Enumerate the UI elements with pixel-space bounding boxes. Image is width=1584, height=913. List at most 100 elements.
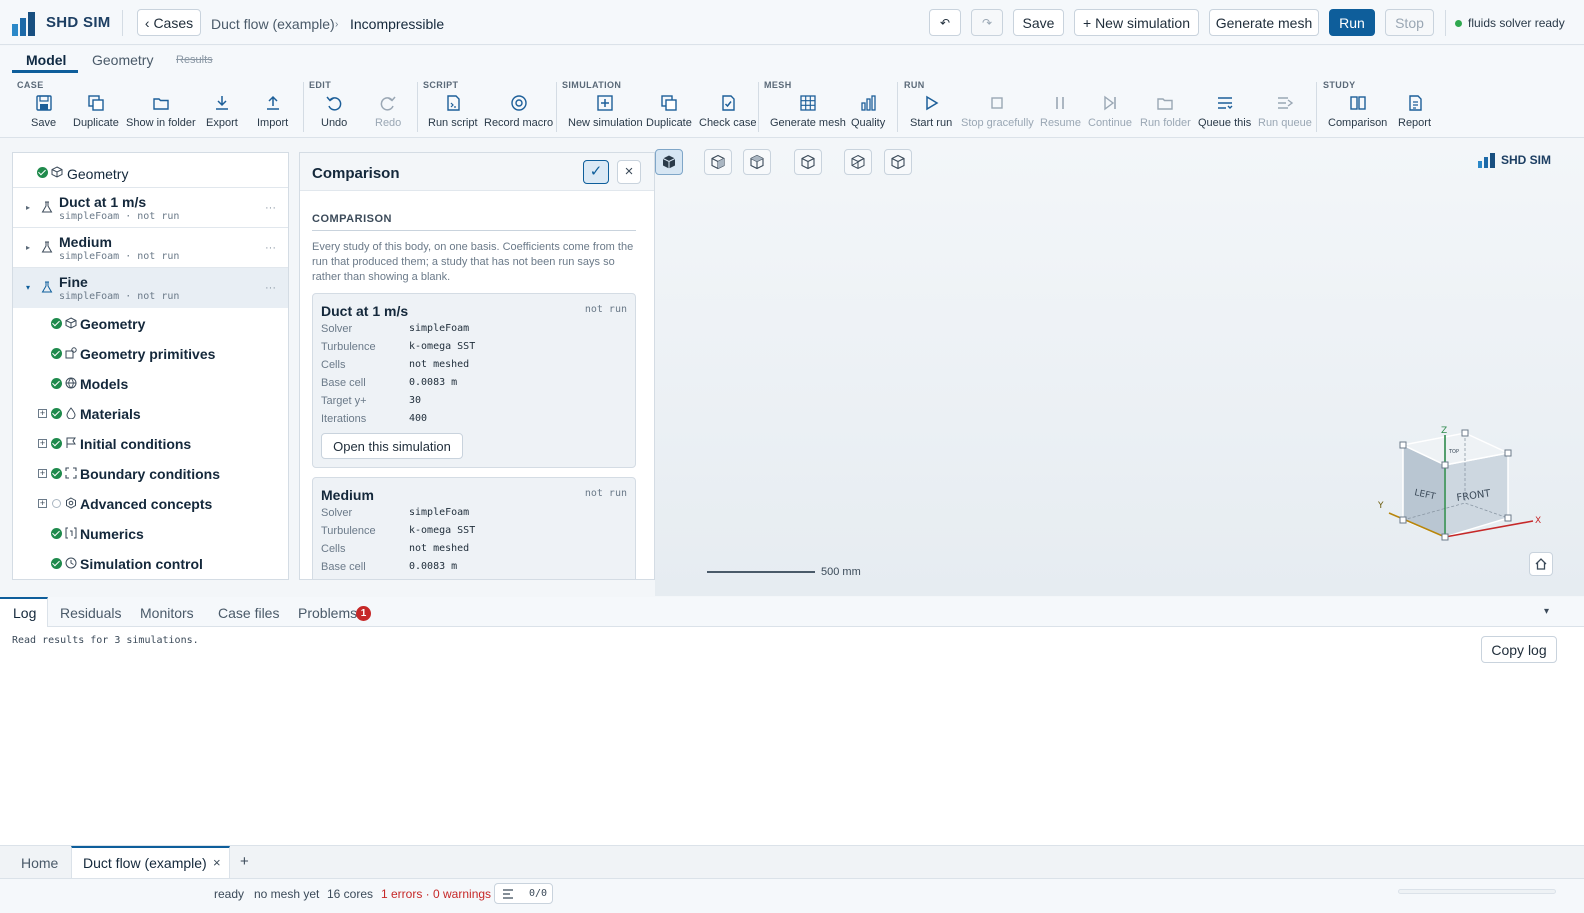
chevron-down-icon[interactable]: ▾: [26, 283, 30, 292]
ribbon-import-button[interactable]: Import: [257, 94, 288, 129]
doc-tab-home[interactable]: Home: [21, 855, 58, 871]
more-options-icon[interactable]: ···: [265, 282, 276, 294]
expand-icon[interactable]: +: [38, 499, 47, 508]
status-errors[interactable]: 1 errors · 0 warnings: [381, 887, 491, 901]
counter-box[interactable]: 0/0: [494, 883, 553, 904]
tab-results[interactable]: Results: [176, 54, 213, 66]
ribbon-quality-button[interactable]: Quality: [851, 94, 885, 129]
3d-viewport[interactable]: SHD SIM 500 mm LEFT FRONT TOP Z X Y: [655, 145, 1584, 596]
stop-button[interactable]: Stop: [1385, 9, 1434, 36]
tree-study-fine[interactable]: ▾ Fine simpleFoam · not run ···: [13, 268, 288, 308]
ribbon-duplicate-simulation-button[interactable]: Duplicate: [646, 94, 692, 129]
comparison-panel-header: Comparison ✓ ×: [300, 153, 654, 191]
copy-log-button[interactable]: Copy log: [1481, 636, 1557, 663]
ribbon-start-run-button[interactable]: Start run: [910, 94, 952, 129]
ribbon-run-script-button[interactable]: Run script: [428, 94, 478, 129]
save-button[interactable]: Save: [1013, 9, 1064, 36]
view-shaded-button[interactable]: [884, 149, 912, 175]
ribbon-redo-button[interactable]: Redo: [375, 94, 401, 129]
tree-item-label: Materials: [80, 406, 141, 422]
tab-problems[interactable]: Problems: [298, 605, 357, 621]
ribbon-run-queue-button[interactable]: Run queue: [1258, 94, 1312, 129]
header-undo-button[interactable]: ↶: [929, 9, 961, 36]
more-options-icon[interactable]: ···: [265, 242, 276, 254]
ribbon-group-run: RUN: [904, 80, 925, 90]
tree-item-initial-conditions[interactable]: + Initial conditions: [13, 428, 288, 458]
row-label: Target y+: [321, 395, 367, 407]
tree-item-boundary-conditions[interactable]: + Boundary conditions: [13, 458, 288, 488]
tree-item-simulation-control[interactable]: Simulation control: [13, 548, 288, 578]
ribbon-undo-button[interactable]: Undo: [321, 94, 347, 129]
flask-icon: [41, 281, 53, 293]
tree-item-models[interactable]: Models: [13, 368, 288, 398]
new-simulation-icon: [597, 95, 613, 111]
view-front-button[interactable]: [704, 149, 732, 175]
ribbon-queue-this-button[interactable]: Queue this: [1198, 94, 1251, 129]
row-label: Solver: [321, 507, 353, 519]
header-redo-button[interactable]: ↷: [971, 9, 1003, 36]
breadcrumb-project[interactable]: Duct flow (example): [211, 16, 335, 32]
ribbon-comparison-button[interactable]: Comparison: [1328, 94, 1387, 129]
view-iso-button[interactable]: [655, 149, 683, 175]
comparison-description: Every study of this body, on one basis. …: [312, 241, 634, 283]
tree-item-advanced-concepts[interactable]: + Advanced concepts: [13, 488, 288, 518]
expand-icon[interactable]: +: [38, 409, 47, 418]
ribbon-generate-mesh-button[interactable]: Generate mesh: [770, 94, 846, 129]
row-value: k-omega SST: [409, 525, 476, 536]
view-side-button[interactable]: [794, 149, 822, 175]
tree-study-medium[interactable]: ▸ Medium simpleFoam · not run ···: [13, 228, 288, 268]
tab-residuals[interactable]: Residuals: [60, 605, 121, 621]
close-icon[interactable]: ×: [617, 160, 641, 184]
tree-item-numerics[interactable]: Numerics: [13, 518, 288, 548]
ribbon-export-button[interactable]: Export: [206, 94, 238, 129]
doc-tab-current[interactable]: Duct flow (example) ×: [71, 846, 230, 879]
more-options-icon[interactable]: ···: [265, 202, 276, 214]
ribbon-duplicate-button[interactable]: Duplicate: [73, 94, 119, 129]
view-top-button[interactable]: [743, 149, 771, 175]
ribbon-run-folder-button[interactable]: Run folder: [1140, 94, 1191, 129]
close-tab-icon[interactable]: ×: [213, 855, 221, 870]
chevron-right-icon[interactable]: ▸: [26, 203, 30, 212]
tree-item-geometry-root[interactable]: Geometry: [13, 153, 288, 188]
wireframe-icon: [851, 154, 865, 170]
duplicate-simulation-icon: [661, 95, 677, 111]
collapse-panel-icon[interactable]: ▾: [1544, 606, 1549, 617]
status-state: ready: [214, 887, 245, 901]
orientation-cube[interactable]: LEFT FRONT TOP Z X Y: [1373, 423, 1548, 553]
apply-check-icon[interactable]: ✓: [583, 160, 609, 184]
ribbon-save-button[interactable]: Save: [31, 94, 56, 129]
card-title: Medium: [321, 487, 374, 503]
chevron-right-icon[interactable]: ▸: [26, 243, 30, 252]
ribbon-resume-button[interactable]: Resume: [1040, 94, 1081, 129]
tree-item-materials[interactable]: + Materials: [13, 398, 288, 428]
row-value: k-omega SST: [409, 341, 476, 352]
cube-top-label[interactable]: TOP: [1448, 449, 1459, 455]
run-button[interactable]: Run: [1329, 9, 1375, 36]
ribbon-check-case-button[interactable]: Check case: [699, 94, 756, 129]
tab-geometry[interactable]: Geometry: [92, 52, 153, 68]
generate-mesh-button[interactable]: Generate mesh: [1209, 9, 1319, 36]
tree-item-label: Geometry primitives: [80, 346, 216, 362]
tab-case-files[interactable]: Case files: [218, 605, 279, 621]
ribbon-report-button[interactable]: Report: [1398, 94, 1431, 129]
ribbon-new-simulation-button[interactable]: New simulation: [568, 94, 643, 129]
cases-button[interactable]: ‹ Cases: [137, 9, 201, 36]
expand-icon[interactable]: +: [38, 439, 47, 448]
ribbon-continue-button[interactable]: Continue: [1088, 94, 1132, 129]
tab-monitors[interactable]: Monitors: [140, 605, 194, 621]
tree-item-geometry[interactable]: Geometry: [13, 308, 288, 338]
tree-study-duct[interactable]: ▸ Duct at 1 m/s simpleFoam · not run ···: [13, 188, 288, 228]
ribbon-show-in-folder-button[interactable]: Show in folder: [126, 94, 196, 129]
new-simulation-button[interactable]: + New simulation: [1074, 9, 1199, 36]
view-wireframe-button[interactable]: [844, 149, 872, 175]
reset-view-button[interactable]: [1529, 552, 1553, 576]
tree-item-geometry-primitives[interactable]: Geometry primitives: [13, 338, 288, 368]
open-simulation-button[interactable]: Open this simulation: [321, 433, 463, 459]
ribbon-start-run-label: Start run: [910, 117, 953, 129]
ribbon-record-macro-button[interactable]: Record macro: [484, 94, 553, 129]
ribbon-stop-gracefully-button[interactable]: Stop gracefully: [961, 94, 1034, 129]
tab-model[interactable]: Model: [26, 52, 66, 68]
expand-icon[interactable]: +: [38, 469, 47, 478]
new-tab-icon[interactable]: +: [240, 853, 249, 870]
tab-log[interactable]: Log: [13, 605, 36, 621]
